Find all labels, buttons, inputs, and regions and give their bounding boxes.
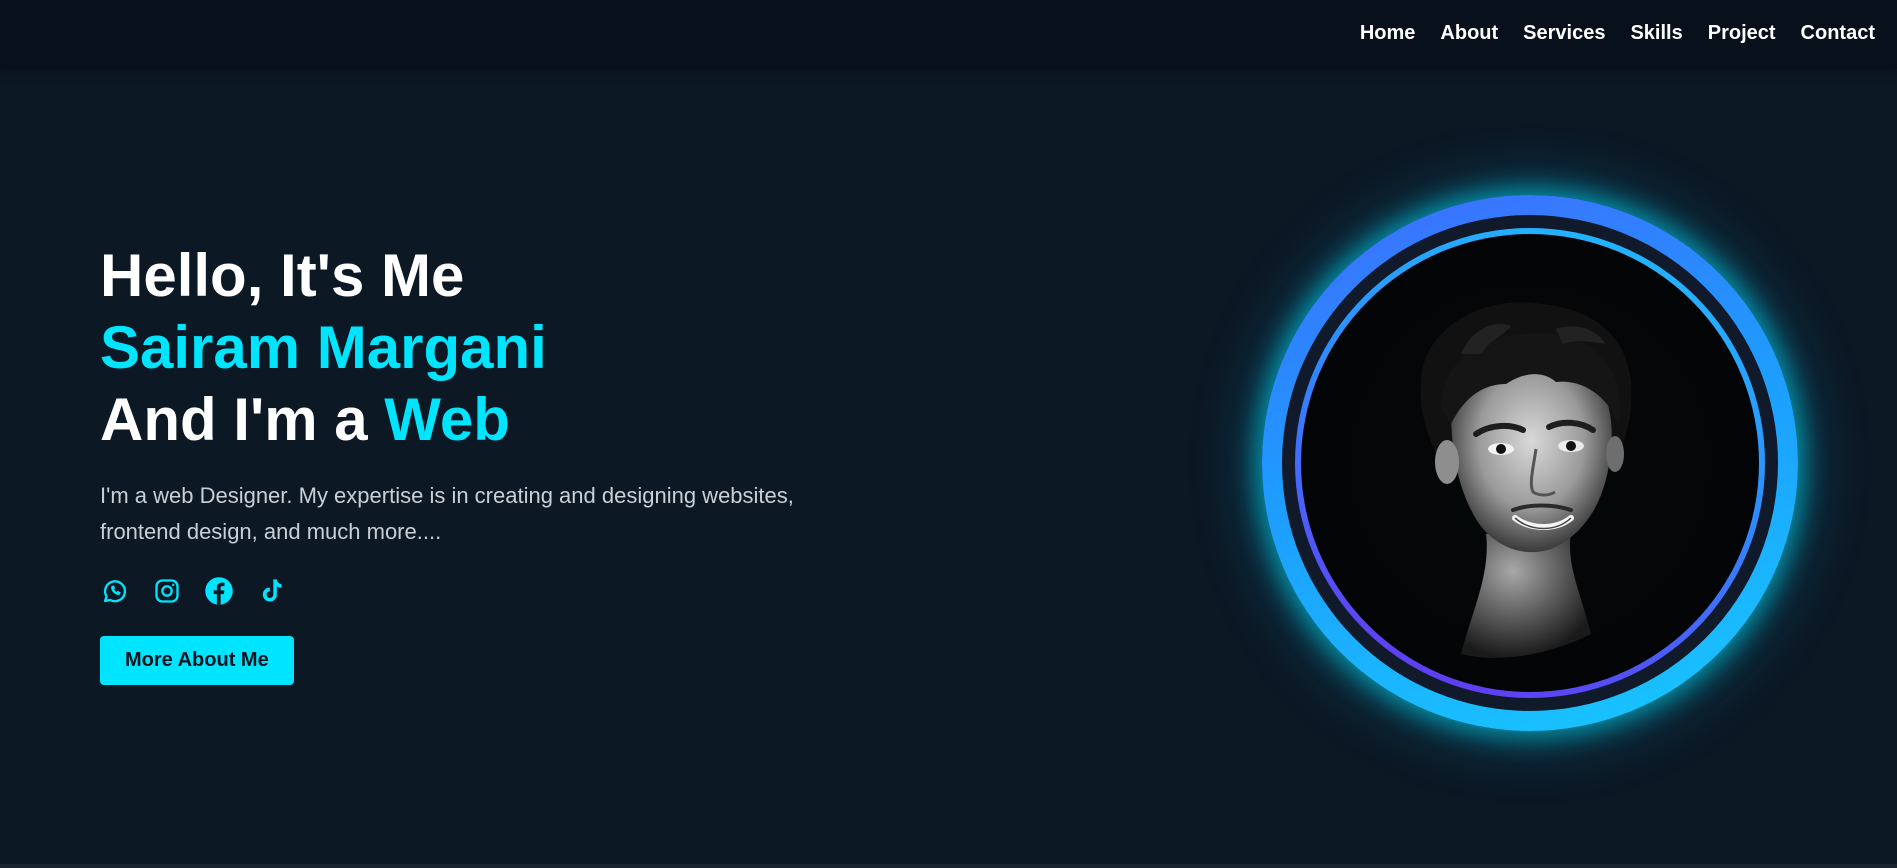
hero-role-prefix: And I'm a — [100, 386, 385, 453]
section-divider — [0, 864, 1897, 868]
whatsapp-icon[interactable] — [100, 576, 130, 606]
hero-role: Web — [384, 386, 510, 453]
hero-role-line: And I'm a Web — [100, 384, 860, 456]
facebook-icon[interactable] — [204, 576, 234, 606]
profile-photo — [1301, 234, 1759, 692]
nav-links: Home About Services Skills Project Conta… — [1360, 0, 1875, 66]
nav-contact-link[interactable]: Contact — [1801, 22, 1875, 45]
portrait-illustration — [1420, 302, 1632, 658]
page: Home About Services Skills Project Conta… — [0, 0, 1897, 868]
nav-services-link[interactable]: Services — [1523, 22, 1605, 45]
nav-project-link[interactable]: Project — [1708, 22, 1776, 45]
tiktok-icon[interactable] — [256, 576, 286, 606]
hero-greeting: Hello, It's Me — [100, 242, 465, 309]
nav-skills-link[interactable]: Skills — [1630, 22, 1682, 45]
hero-content: Hello, It's Me Sairam Margani And I'm a … — [100, 240, 860, 685]
profile-avatar — [1262, 195, 1798, 731]
more-about-me-button[interactable]: More About Me — [100, 636, 294, 685]
instagram-icon[interactable] — [152, 576, 182, 606]
social-links — [100, 576, 860, 606]
nav-home-link[interactable]: Home — [1360, 22, 1416, 45]
hero-name: Sairam Margani — [100, 314, 547, 381]
hero-description: I'm a web Designer. My expertise is in c… — [100, 483, 794, 544]
nav-about-link[interactable]: About — [1440, 22, 1498, 45]
navbar: Home About Services Skills Project Conta… — [0, 0, 1897, 69]
